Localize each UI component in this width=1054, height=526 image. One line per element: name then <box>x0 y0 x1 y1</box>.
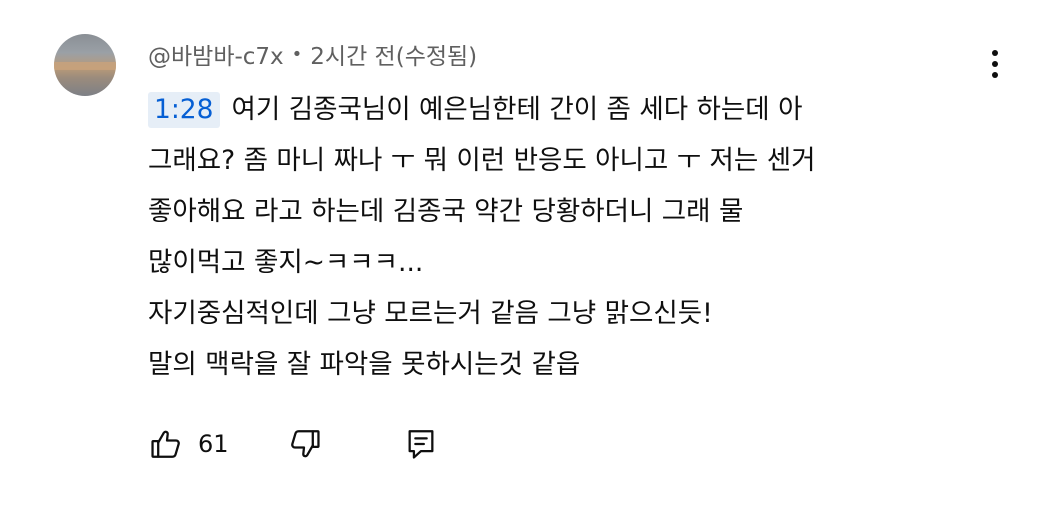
more-options-button[interactable] <box>980 44 1010 84</box>
timestamp-link[interactable]: 1:28 <box>148 92 220 128</box>
comment-line: 자기중심적인데 그냥 모르는거 같음 그냥 맑으신듯! <box>148 298 713 329</box>
dislike-button[interactable] <box>287 426 323 462</box>
comment-time[interactable]: 2시간 전(수정됨) <box>310 37 477 71</box>
more-vertical-icon-dot <box>992 72 998 78</box>
avatar-image-band <box>54 62 116 70</box>
comment-line: 말의 맥락을 잘 파악을 못하시는것 같읍 <box>148 349 581 380</box>
like-count: 61 <box>198 430 229 458</box>
comment-header: @바밤바-c7x • 2시간 전(수정됨) <box>148 36 477 72</box>
more-vertical-icon-dot <box>992 61 998 67</box>
comment-body: 1:28 여기 김종국님이 예은님한테 간이 좀 세다 하는데 아 그래요? 좀 … <box>148 84 1028 390</box>
separator-dot: • <box>291 43 303 65</box>
comment-line-text: 여기 김종국님이 예은님한테 간이 좀 세다 하는데 아 <box>231 94 803 125</box>
comment-line: 1:28 여기 김종국님이 예은님한테 간이 좀 세다 하는데 아 <box>148 84 1028 135</box>
thumb-down-icon <box>290 430 320 458</box>
reply-button[interactable] <box>403 426 439 462</box>
comment-line: 좋아해요 라고 하는데 김종국 약간 당황하더니 그래 물 <box>148 196 744 227</box>
comment-line: 많이먹고 좋지~ㅋㅋㅋ... <box>148 247 424 278</box>
avatar[interactable] <box>54 34 116 96</box>
author-name[interactable]: @바밤바-c7x <box>148 37 284 71</box>
more-vertical-icon <box>992 50 998 56</box>
thumb-up-icon <box>151 430 180 458</box>
comment-line: 그래요? 좀 마니 짜나 ㅜ 뭐 이런 반응도 아니고 ㅜ 저는 센거 <box>148 145 816 176</box>
reply-comment-icon <box>408 430 434 459</box>
comment-action-bar: 61 <box>148 420 439 468</box>
comment-thread: @바밤바-c7x • 2시간 전(수정됨) 1:28 여기 김종국님이 예은님한테… <box>0 0 1054 526</box>
like-button[interactable] <box>148 426 184 462</box>
